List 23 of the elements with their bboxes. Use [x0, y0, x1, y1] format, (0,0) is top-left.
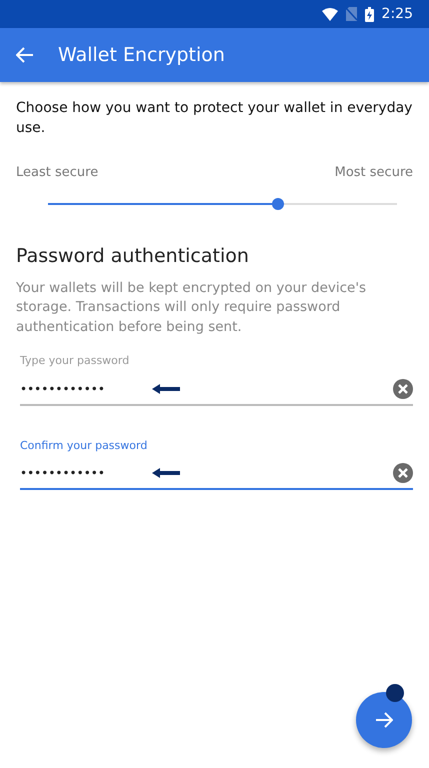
clear-icon[interactable] [393, 378, 413, 399]
back-button[interactable] [16, 47, 34, 63]
slider-thumb[interactable] [272, 198, 284, 210]
field-label: Confirm your password [20, 438, 148, 454]
pointer-arrow-icon [152, 384, 180, 394]
password-field[interactable]: •••••••••••• [20, 378, 120, 400]
field-label: Type your password [20, 353, 130, 370]
clear-icon[interactable] [393, 463, 413, 484]
status-time: 2:25 [382, 4, 413, 24]
section-description: Your wallets will be kept encrypted on your device's storage. Transactions will only require password authentication before being sent. [16, 278, 368, 337]
intro-text: Choose how you want to protect your wallet in everyday use. [16, 99, 413, 138]
wifi-icon [322, 8, 338, 20]
battery-charging-icon [364, 6, 374, 22]
dot-icon [386, 684, 404, 702]
pointer-arrow-icon [152, 468, 180, 478]
next-button[interactable] [356, 692, 412, 748]
no-sim-icon [346, 7, 357, 21]
slider-max-label: Most secure [334, 164, 413, 182]
arrow-icon [375, 712, 393, 728]
password-field[interactable]: •••••••••••• [20, 462, 120, 484]
screen-title: Wallet Encryption [58, 42, 225, 68]
slider-min-label: Least secure [16, 164, 98, 182]
section-title: Password authentication [16, 244, 250, 270]
